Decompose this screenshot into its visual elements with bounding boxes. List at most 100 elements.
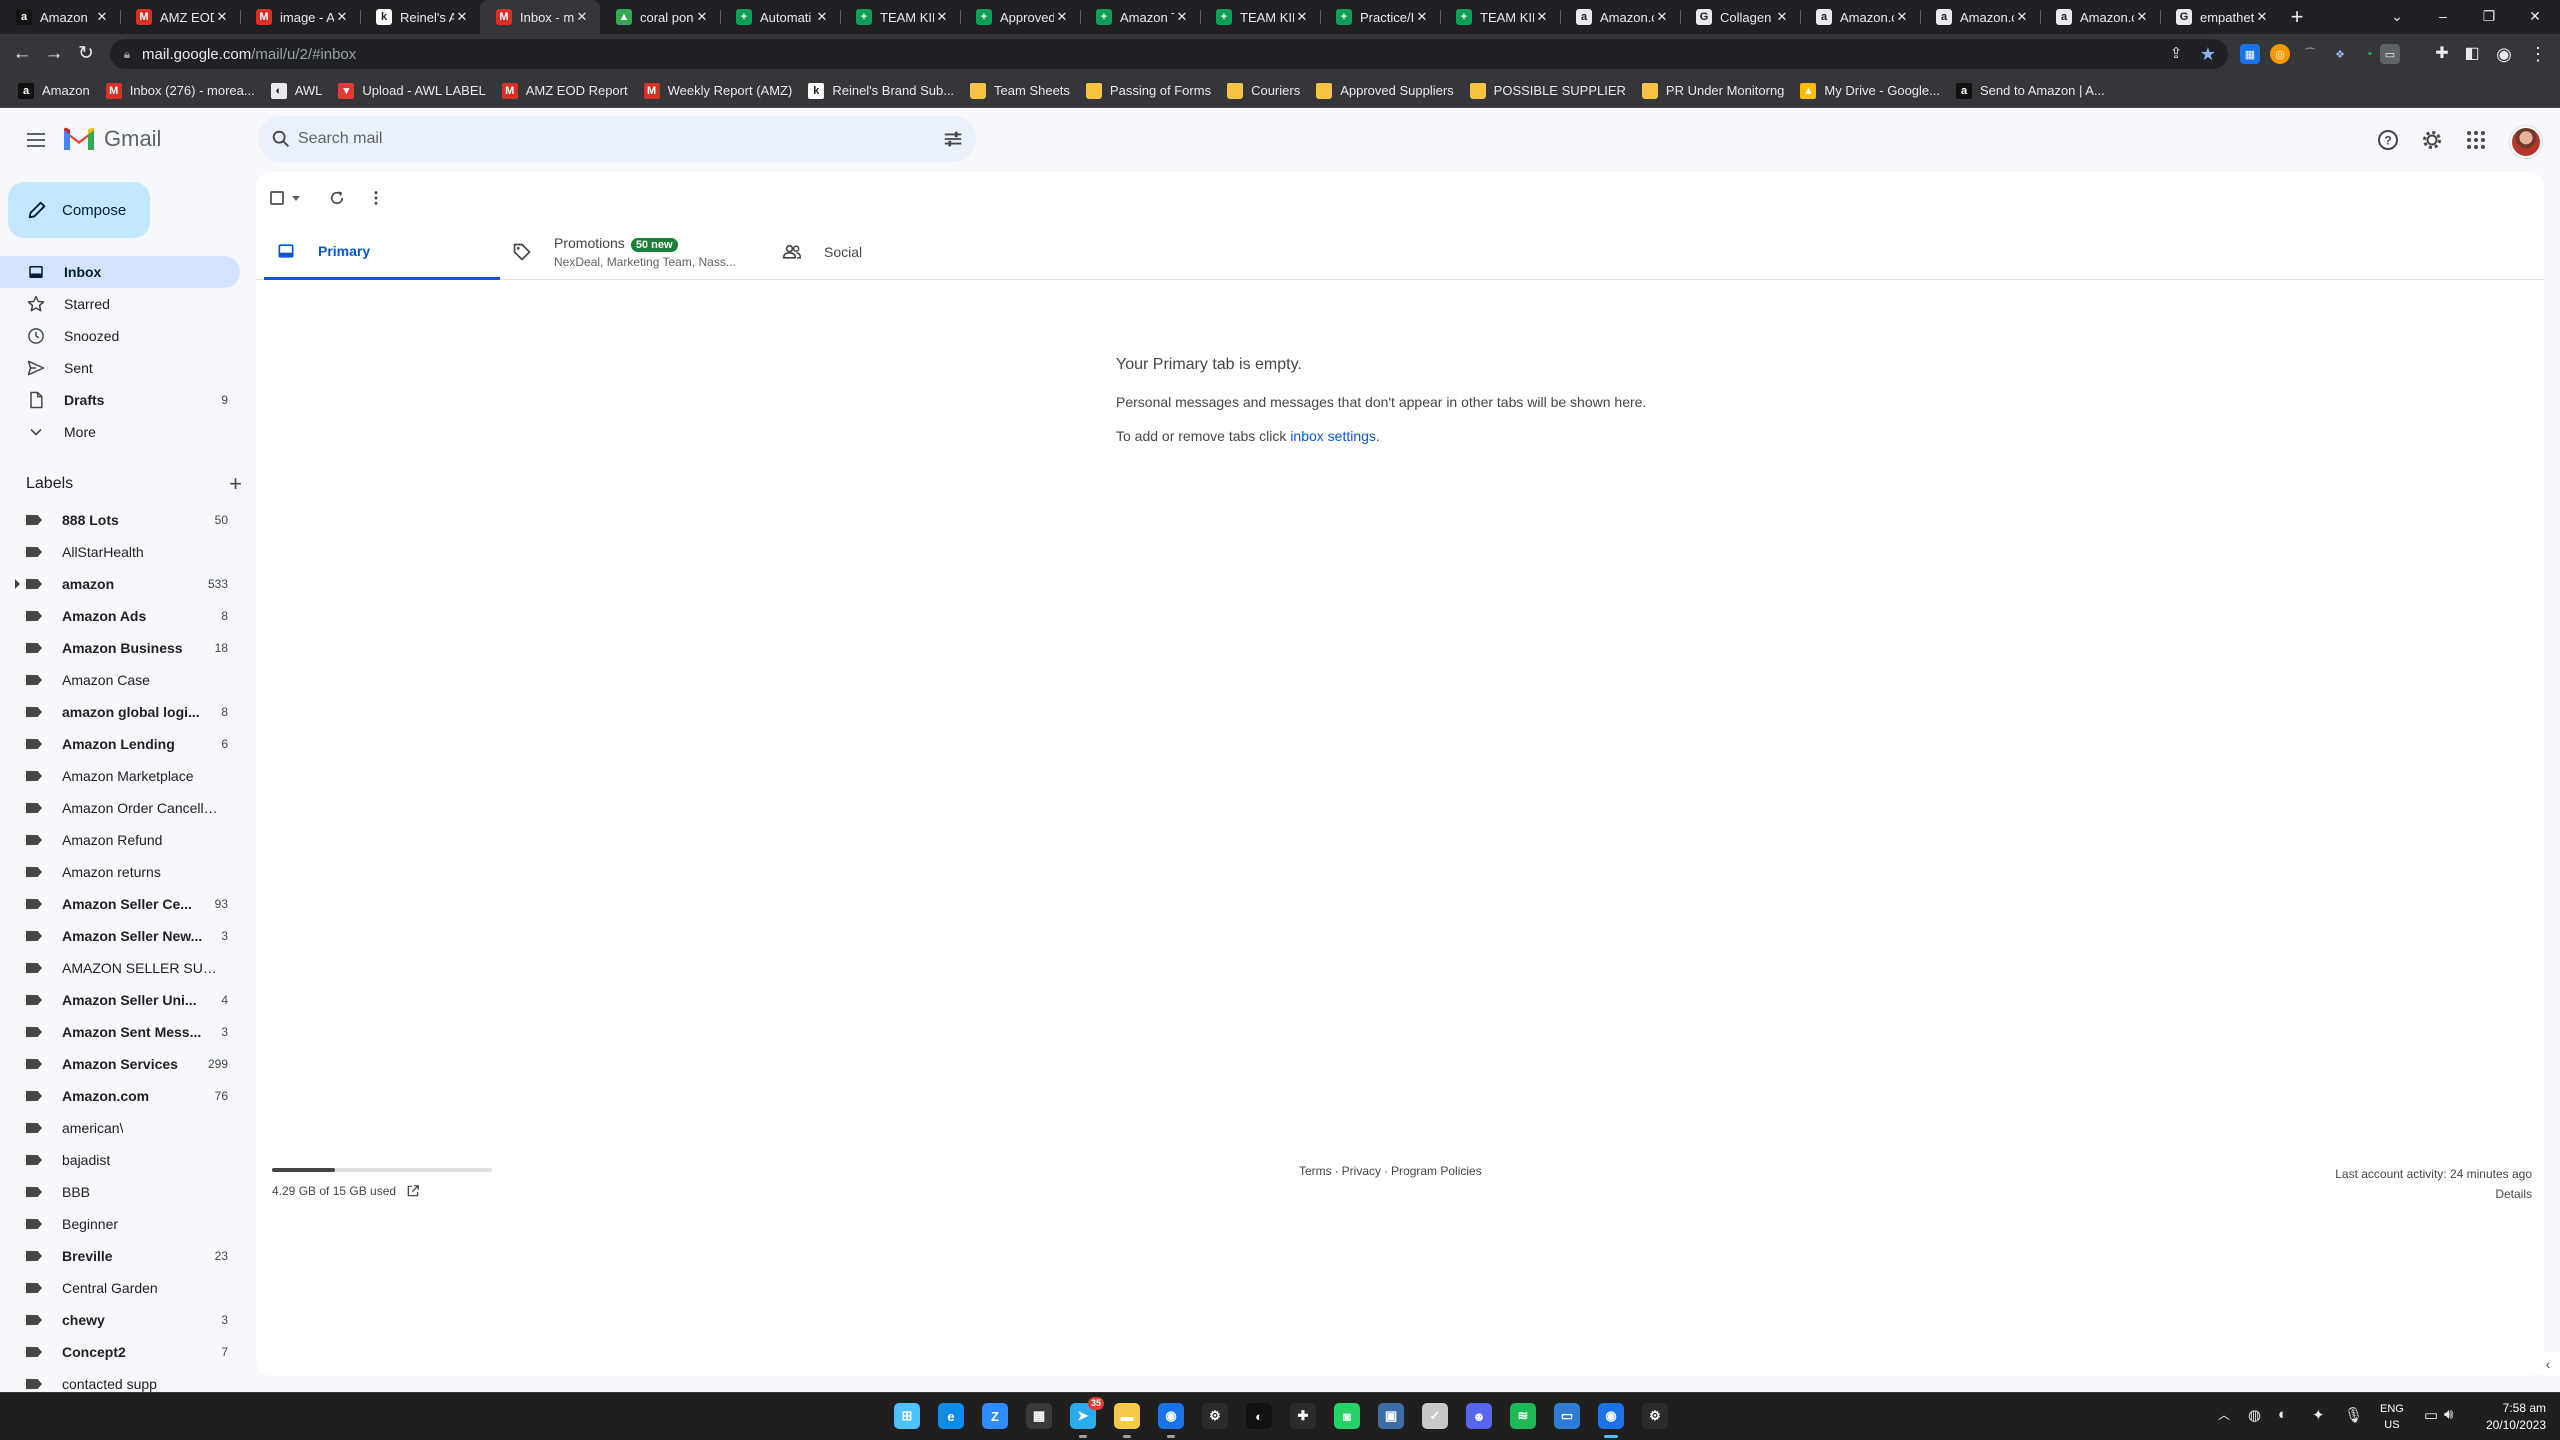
label-item[interactable]: Amazon Seller New... 3: [0, 920, 240, 952]
close-tab-icon[interactable]: ✕: [454, 9, 470, 25]
bookmark-item[interactable]: ▲ My Drive - Google...: [1792, 82, 1948, 99]
label-item[interactable]: Amazon Sent Mess... 3: [0, 1016, 240, 1048]
minimize-button[interactable]: –: [2420, 0, 2466, 34]
sidebar-item-more[interactable]: More: [0, 416, 240, 448]
close-tab-icon[interactable]: ✕: [1534, 9, 1550, 25]
browser-tab[interactable]: a Amazon.c ✕: [1800, 0, 1920, 34]
browser-tab[interactable]: + Amazon T ✕: [1080, 0, 1200, 34]
close-tab-icon[interactable]: ✕: [214, 9, 230, 25]
back-arrow-icon[interactable]: ←: [8, 40, 36, 68]
open-external-icon[interactable]: [406, 1184, 420, 1198]
expand-caret-icon[interactable]: [15, 579, 20, 589]
label-item[interactable]: Amazon Lending 6: [0, 728, 240, 760]
sidebar-item-inbox[interactable]: Inbox: [0, 256, 240, 288]
show-hidden-icons-icon[interactable]: ︿: [2218, 1406, 2230, 1423]
sidebar-item-snoozed[interactable]: Snoozed: [0, 320, 240, 352]
close-tab-icon[interactable]: ✕: [814, 9, 830, 25]
bookmark-folder[interactable]: Approved Suppliers: [1308, 82, 1461, 99]
url-text[interactable]: mail.google.com/mail/u/2/#inbox: [142, 46, 356, 63]
chrome-icon[interactable]: ◉: [1598, 1403, 1624, 1429]
help-icon[interactable]: ?: [2374, 126, 2402, 154]
chrome-icon[interactable]: ◉: [1158, 1403, 1184, 1429]
browser-tab[interactable]: ▲ coral pon ✕: [600, 0, 720, 34]
browser-tab[interactable]: a Amazon ✕: [0, 0, 120, 34]
close-tab-icon[interactable]: ✕: [574, 9, 590, 25]
spotify-icon[interactable]: ≋: [1510, 1403, 1536, 1429]
close-tab-icon[interactable]: ✕: [2254, 9, 2270, 25]
share-icon[interactable]: ⇪: [2162, 40, 2190, 68]
bookmark-folder[interactable]: Passing of Forms: [1078, 82, 1219, 99]
settings-icon[interactable]: ⚙: [1642, 1403, 1668, 1429]
settings-icon[interactable]: ⚙: [1202, 1403, 1228, 1429]
telegram-icon[interactable]: ➤ 35: [1070, 1397, 1104, 1429]
sidebar-item-drafts[interactable]: Drafts 9: [0, 384, 240, 416]
browser-tab[interactable]: Gempathet ✕: [2160, 0, 2280, 34]
volume-icon[interactable]: 🔊︎: [2444, 1406, 2453, 1423]
remote-desktop-icon[interactable]: ▭: [1554, 1403, 1580, 1429]
close-tab-icon[interactable]: ✕: [1054, 9, 1070, 25]
gmail-logo[interactable]: Gmail: [62, 126, 161, 152]
tab-social[interactable]: Social: [770, 224, 1006, 280]
tab-promotions[interactable]: Promotions 50 new NexDeal, Marketing Team…: [500, 224, 736, 280]
bookmark-item[interactable]: M Inbox (276) - morea...: [98, 82, 263, 99]
create-label-icon[interactable]: +: [229, 471, 242, 497]
browser-tab[interactable]: k Reinel's A ✕: [360, 0, 480, 34]
close-tab-icon[interactable]: ✕: [334, 9, 350, 25]
file-explorer-icon[interactable]: ▬: [1114, 1403, 1140, 1429]
bookmark-item[interactable]: k Reinel's Brand Sub...: [800, 82, 962, 99]
close-window-button[interactable]: ✕: [2512, 0, 2558, 34]
tab-search-chevron-icon[interactable]: ⌄: [2374, 0, 2420, 34]
refresh-icon[interactable]: [328, 189, 346, 207]
main-menu-icon[interactable]: [20, 124, 52, 156]
close-tab-icon[interactable]: ✕: [694, 9, 710, 25]
close-tab-icon[interactable]: ✕: [1414, 9, 1430, 25]
language-indicator[interactable]: ENG US: [2380, 1401, 2404, 1433]
close-tab-icon[interactable]: ✕: [2134, 9, 2150, 25]
storage-meter[interactable]: 4.29 GB of 15 GB used: [272, 1168, 492, 1198]
label-item[interactable]: Amazon Services 299: [0, 1048, 240, 1080]
bookmark-item[interactable]: ◐ AWL: [263, 82, 331, 99]
microphone-icon[interactable]: 🎙︎: [2344, 1406, 2363, 1424]
label-item[interactable]: Amazon Business 18: [0, 632, 240, 664]
close-tab-icon[interactable]: ✕: [1894, 9, 1910, 25]
browser-tab[interactable]: M Inbox - m ✕: [480, 0, 600, 34]
label-item[interactable]: Amazon Ads 8: [0, 600, 240, 632]
address-bar[interactable]: 🔒︎ mail.google.com/mail/u/2/#inbox ⇪ ★: [110, 39, 2228, 69]
label-item[interactable]: Amazon Case: [0, 664, 240, 696]
label-item[interactable]: Amazon Seller Uni... 4: [0, 984, 240, 1016]
browser-tab[interactable]: + Approved ✕: [960, 0, 1080, 34]
browser-tab[interactable]: a Amazon.c ✕: [1920, 0, 2040, 34]
xbox-icon[interactable]: ✚: [1290, 1403, 1316, 1429]
sidebar-item-sent[interactable]: Sent: [0, 352, 240, 384]
side-panel-icon[interactable]: ◧: [2458, 40, 2486, 68]
system-clock[interactable]: 7:58 am 20/10/2023: [2486, 1400, 2546, 1434]
close-tab-icon[interactable]: ✕: [934, 9, 950, 25]
label-item[interactable]: Beginner: [0, 1208, 240, 1240]
browser-tab[interactable]: Mimage - A ✕: [240, 0, 360, 34]
label-item[interactable]: Amazon.com 76: [0, 1080, 240, 1112]
close-tab-icon[interactable]: ✕: [1294, 9, 1310, 25]
browser-tab[interactable]: G Collagen ✕: [1680, 0, 1800, 34]
bookmark-star-icon[interactable]: ★: [2194, 40, 2222, 68]
bookmark-folder[interactable]: POSSIBLE SUPPLIER: [1462, 82, 1634, 99]
bookmark-item[interactable]: a Amazon: [10, 82, 98, 99]
select-all-checkbox[interactable]: [270, 191, 284, 205]
account-avatar[interactable]: [2510, 126, 2542, 158]
windows-start-icon[interactable]: ⊞: [894, 1403, 920, 1429]
close-tab-icon[interactable]: ✕: [2014, 9, 2030, 25]
close-tab-icon[interactable]: ✕: [1774, 9, 1790, 25]
calculator-icon[interactable]: ▦: [1026, 1403, 1052, 1429]
label-item[interactable]: bajadist: [0, 1144, 240, 1176]
label-item[interactable]: Amazon Marketplace: [0, 760, 240, 792]
search-icon[interactable]: [270, 128, 292, 150]
label-item[interactable]: Amazon returns: [0, 856, 240, 888]
browser-tab[interactable]: a Amazon.c ✕: [1560, 0, 1680, 34]
label-item[interactable]: amazon global logi... 8: [0, 696, 240, 728]
privacy-link[interactable]: Privacy: [1342, 1164, 1381, 1178]
compose-button[interactable]: Compose: [8, 182, 150, 238]
bookmark-item[interactable]: ▾ Upload - AWL LABEL: [330, 82, 493, 99]
label-item[interactable]: Concept2 7: [0, 1336, 240, 1368]
tray-app-icon[interactable]: ✦: [2312, 1406, 2325, 1424]
label-item[interactable]: american\: [0, 1112, 240, 1144]
bookmark-item[interactable]: a Send to Amazon | A...: [1948, 82, 2113, 99]
